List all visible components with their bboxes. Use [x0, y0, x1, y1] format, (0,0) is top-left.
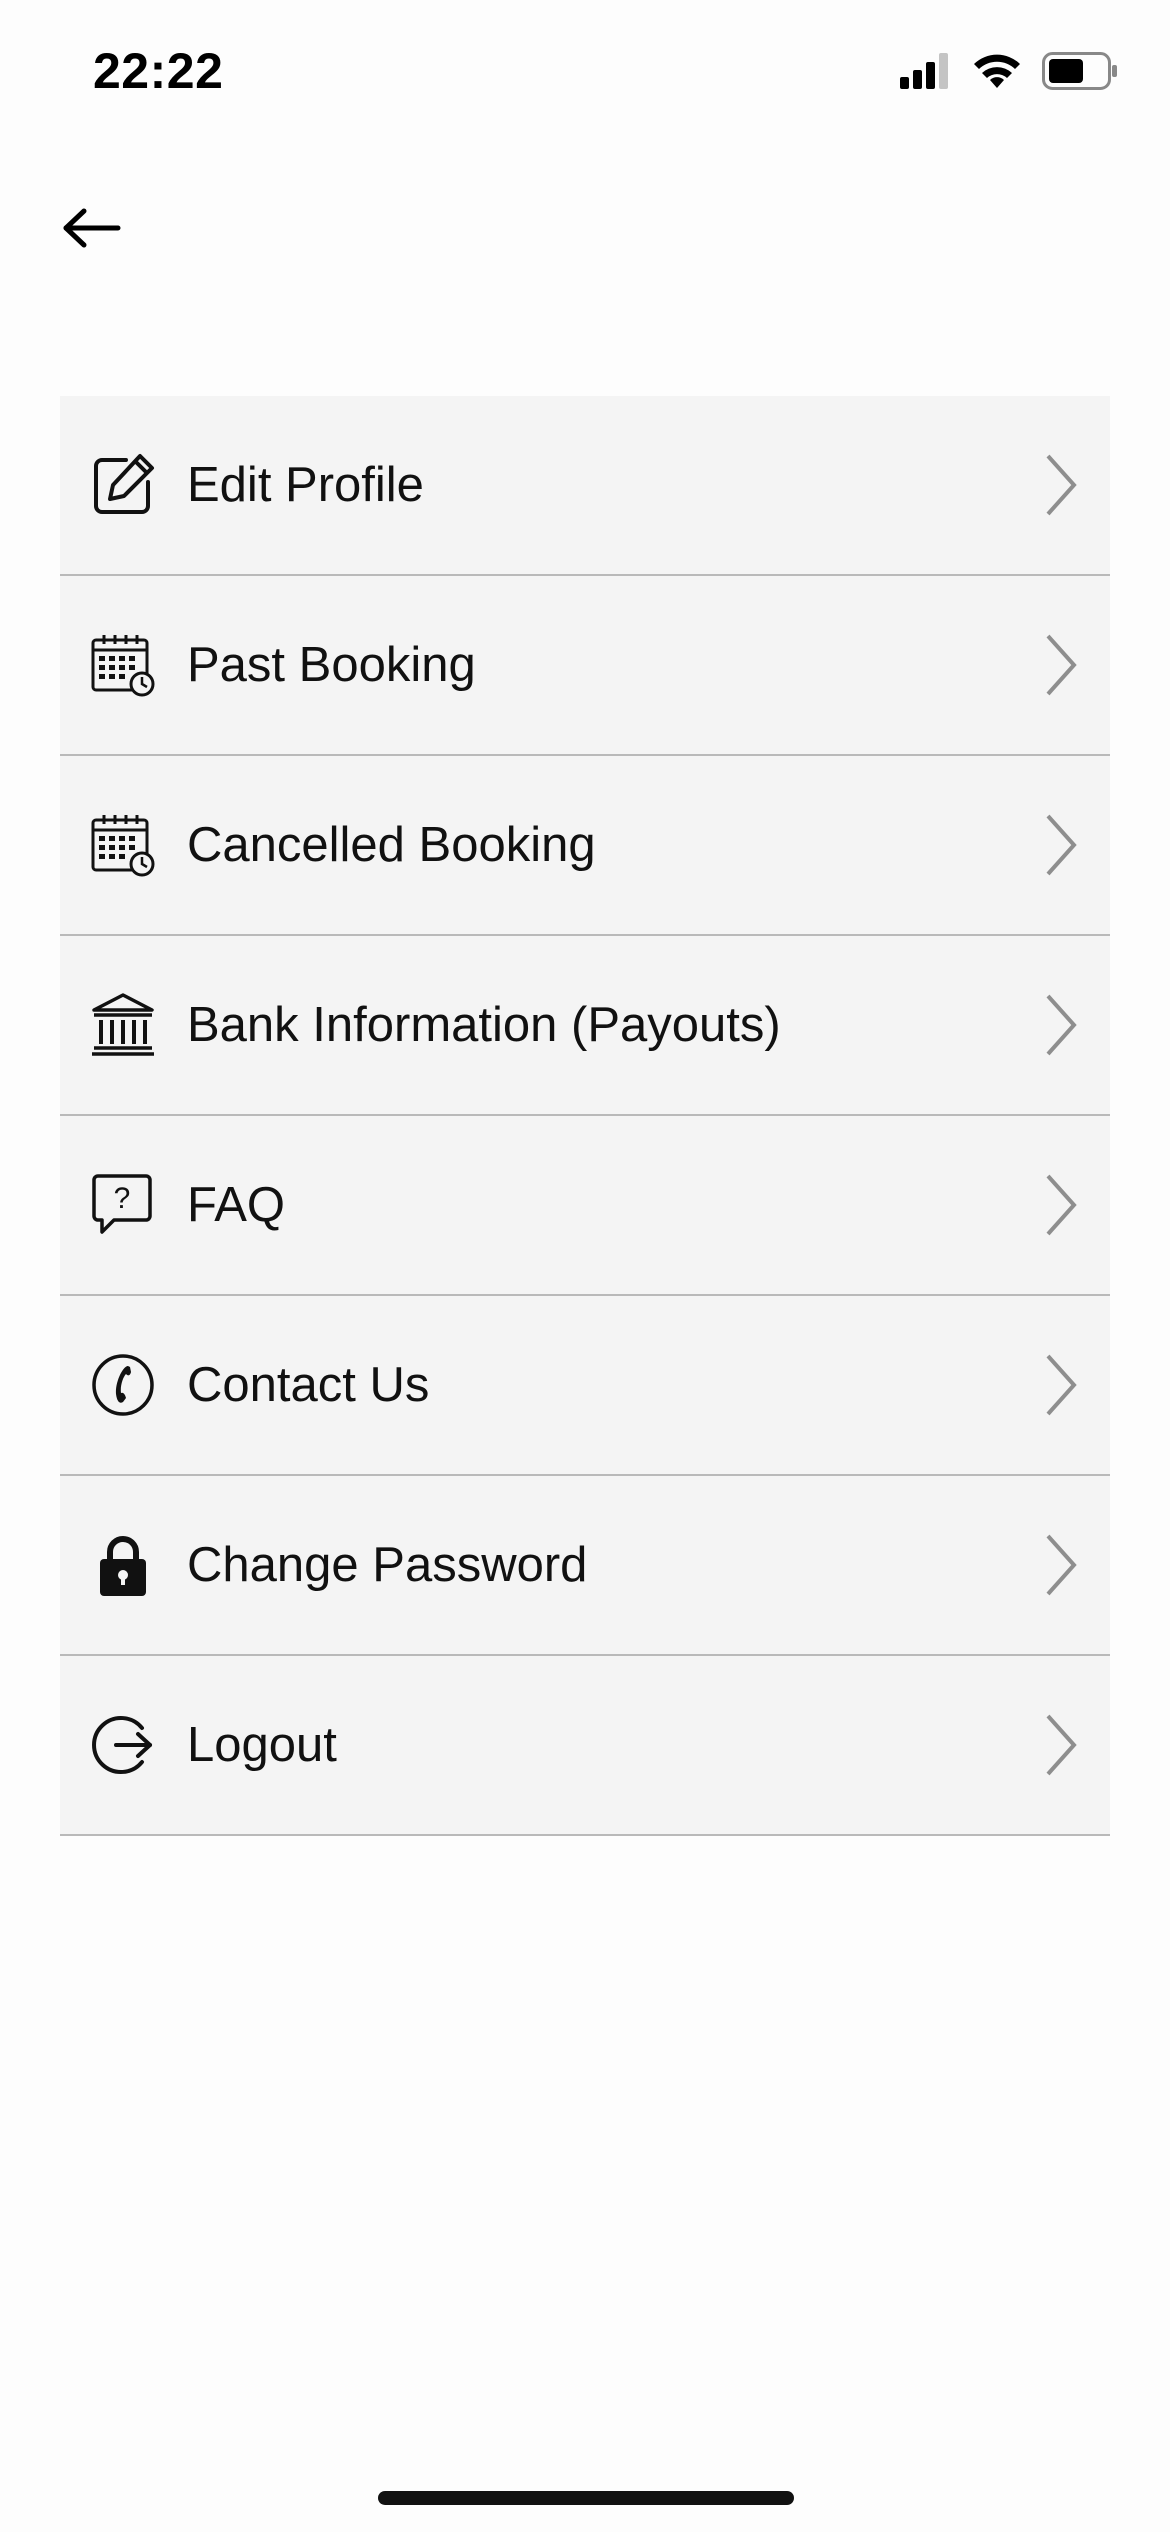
- chevron-right-icon: [1040, 1532, 1080, 1598]
- menu-item-contact-us[interactable]: Contact Us: [60, 1296, 1110, 1476]
- menu-item-label: Edit Profile: [187, 458, 424, 512]
- menu-item-label: Contact Us: [187, 1358, 430, 1412]
- menu-item-label: Change Password: [187, 1538, 588, 1592]
- calendar-clock-icon: [90, 632, 156, 698]
- svg-text:?: ?: [114, 1182, 131, 1215]
- bank-icon: [90, 992, 156, 1058]
- menu-item-label: Bank Information (Payouts): [187, 998, 781, 1052]
- logout-icon: [90, 1712, 156, 1778]
- chevron-right-icon: [1040, 1712, 1080, 1778]
- battery-icon: [1042, 52, 1118, 95]
- status-icons: [900, 52, 1118, 95]
- chevron-right-icon: [1040, 632, 1080, 698]
- menu-item-bank-information[interactable]: Bank Information (Payouts): [60, 936, 1110, 1116]
- menu-item-change-password[interactable]: Change Password: [60, 1476, 1110, 1656]
- menu-item-label: FAQ: [187, 1178, 286, 1232]
- settings-menu: Edit Profile Past Booking Cancelled Book…: [60, 396, 1110, 1836]
- phone-icon: [90, 1352, 156, 1418]
- chevron-right-icon: [1040, 1172, 1080, 1238]
- question-bubble-icon: ?: [90, 1172, 156, 1238]
- chevron-right-icon: [1040, 452, 1080, 518]
- menu-item-cancelled-booking[interactable]: Cancelled Booking: [60, 756, 1110, 936]
- arrow-left-icon: [62, 206, 122, 255]
- menu-item-logout[interactable]: Logout: [60, 1656, 1110, 1836]
- lock-icon: [90, 1532, 156, 1598]
- menu-item-label: Past Booking: [187, 638, 476, 692]
- status-bar: 22:22: [0, 0, 1170, 150]
- wifi-icon: [972, 52, 1022, 95]
- calendar-clock-icon: [90, 812, 156, 878]
- chevron-right-icon: [1040, 812, 1080, 878]
- edit-icon: [90, 452, 156, 518]
- menu-item-past-booking[interactable]: Past Booking: [60, 576, 1110, 756]
- chevron-right-icon: [1040, 1352, 1080, 1418]
- menu-item-edit-profile[interactable]: Edit Profile: [60, 396, 1110, 576]
- menu-item-label: Logout: [187, 1718, 337, 1772]
- home-indicator[interactable]: [378, 2491, 794, 2505]
- chevron-right-icon: [1040, 992, 1080, 1058]
- status-time: 22:22: [93, 43, 224, 99]
- cellular-signal-icon: [900, 53, 952, 94]
- back-button[interactable]: [52, 190, 132, 270]
- menu-item-label: Cancelled Booking: [187, 818, 596, 872]
- menu-item-faq[interactable]: ? FAQ: [60, 1116, 1110, 1296]
